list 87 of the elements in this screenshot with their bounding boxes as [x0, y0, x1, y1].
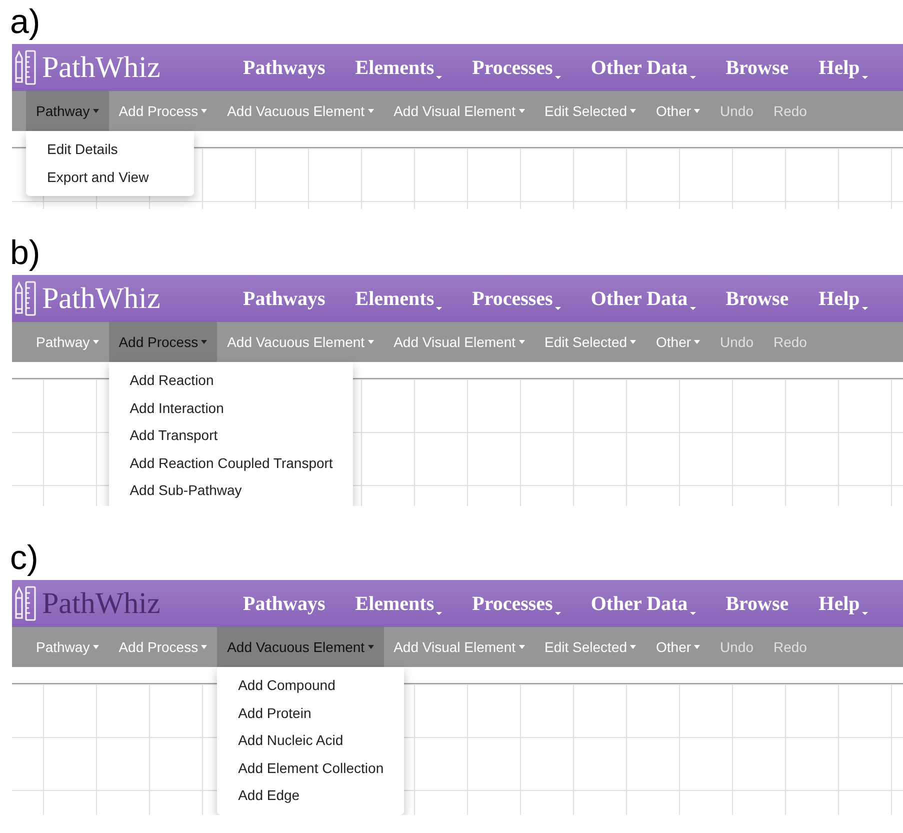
caret-icon	[92, 645, 99, 649]
logo-text[interactable]: PathWhiz	[42, 284, 160, 314]
dropdown-item[interactable]: Add Protein	[217, 700, 404, 727]
toolbar-menu-button[interactable]: Add Process	[108, 627, 218, 667]
caret-icon	[518, 340, 525, 344]
toolbar-menu-button[interactable]: Add Vacuous Element	[217, 91, 384, 131]
nav-link[interactable]: Other Data	[590, 284, 696, 314]
toolbar-menu-button[interactable]: Add Vacuous Element	[217, 322, 384, 362]
pencil-ruler-icon	[14, 586, 38, 622]
nav-link[interactable]: Processes	[472, 284, 561, 314]
nav-link[interactable]: Pathways	[243, 52, 326, 82]
caret-icon	[694, 340, 700, 344]
toolbar-menu-button[interactable]: Add Process	[108, 322, 218, 362]
toolbar-menu-button[interactable]: Add Visual Element	[384, 627, 535, 667]
caret-icon	[862, 612, 868, 614]
caret-icon	[630, 109, 636, 113]
caret-icon	[201, 109, 208, 113]
toolbar-menu-button[interactable]: Add Process	[108, 91, 218, 131]
caret-icon	[690, 612, 696, 614]
toolbar-menu-button[interactable]: Pathway	[26, 627, 109, 667]
dropdown-item[interactable]: Add Sub-Pathway	[108, 477, 353, 504]
caret-icon	[694, 109, 700, 113]
nav-link[interactable]: Elements	[355, 52, 442, 82]
pencil-ruler-icon	[14, 50, 38, 86]
panel-label: a)	[9, 2, 40, 43]
nav-link[interactable]: Pathways	[243, 588, 326, 618]
nav-link[interactable]: Browse	[726, 284, 789, 314]
nav-link[interactable]: Help	[818, 284, 868, 314]
dropdown-item[interactable]: Export and View	[26, 164, 194, 191]
panel-label: b)	[9, 233, 40, 274]
caret-icon	[518, 109, 525, 113]
caret-icon	[630, 645, 636, 649]
caret-icon	[201, 340, 208, 344]
caret-icon	[201, 645, 208, 649]
caret-icon	[690, 306, 696, 310]
nav-link[interactable]: Browse	[726, 588, 789, 618]
dropdown-item[interactable]: Add Interaction	[108, 394, 353, 422]
caret-icon	[694, 645, 700, 649]
dropdown-item[interactable]: Add Reaction	[108, 367, 353, 394]
caret-icon	[862, 76, 868, 78]
caret-icon	[436, 76, 442, 78]
toolbar-menu-button[interactable]: Add Visual Element	[384, 91, 535, 131]
nav-link[interactable]: Other Data	[590, 52, 696, 82]
caret-icon	[436, 612, 442, 614]
dropdown-item[interactable]: Add Reaction Coupled Transport	[108, 450, 353, 477]
caret-icon	[436, 306, 442, 310]
caret-icon	[368, 645, 374, 649]
toolbar-menu-button[interactable]: Other	[646, 322, 710, 362]
nav-link[interactable]: Help	[818, 52, 868, 82]
toolbar-menu-button[interactable]: Add Vacuous Element	[217, 627, 384, 667]
dropdown-item[interactable]: Add Compound	[217, 672, 404, 700]
dropdown-item[interactable]: Add Element Collection	[217, 754, 404, 782]
caret-icon	[368, 340, 374, 344]
panel-label: c)	[9, 538, 38, 579]
pencil-ruler-icon	[14, 280, 38, 316]
nav-link[interactable]: Processes	[472, 52, 561, 82]
caret-icon	[554, 612, 561, 614]
toolbar-menu-button[interactable]: Other	[646, 91, 710, 131]
caret-icon	[518, 645, 525, 649]
nav-link[interactable]: Elements	[355, 588, 442, 618]
caret-icon	[862, 306, 868, 310]
nav-link[interactable]: Pathways	[243, 284, 326, 314]
caret-icon	[630, 340, 636, 344]
nav-link[interactable]: Browse	[726, 52, 789, 82]
toolbar-menu-button[interactable]: Add Visual Element	[384, 322, 535, 362]
dropdown-item[interactable]: Add Transport	[108, 422, 353, 450]
toolbar-menu-button[interactable]: Edit Selected	[534, 627, 646, 667]
toolbar-menu-button[interactable]: Edit Selected	[534, 322, 646, 362]
toolbar-menu-button[interactable]: Pathway	[26, 91, 109, 131]
toolbar-menu-button[interactable]: Pathway	[26, 322, 109, 362]
caret-icon	[554, 306, 561, 310]
nav-link[interactable]: Processes	[472, 588, 561, 618]
dropdown-item[interactable]: Edit Details	[26, 136, 194, 164]
nav-link[interactable]: Help	[818, 588, 868, 618]
dropdown-item[interactable]: Add Nucleic Acid	[217, 727, 404, 754]
caret-icon	[92, 109, 99, 113]
caret-icon	[368, 109, 374, 113]
toolbar-menu-button[interactable]: Edit Selected	[534, 91, 646, 131]
nav-link[interactable]: Elements	[355, 284, 442, 314]
nav-link[interactable]: Other Data	[590, 588, 696, 618]
logo-text[interactable]: PathWhiz	[42, 588, 160, 618]
caret-icon	[554, 76, 561, 78]
dropdown-item[interactable]: Add Edge	[217, 782, 404, 810]
toolbar-menu-button[interactable]: Other	[646, 627, 710, 667]
caret-icon	[690, 76, 696, 78]
logo-text[interactable]: PathWhiz	[42, 52, 160, 82]
caret-icon	[92, 340, 99, 344]
